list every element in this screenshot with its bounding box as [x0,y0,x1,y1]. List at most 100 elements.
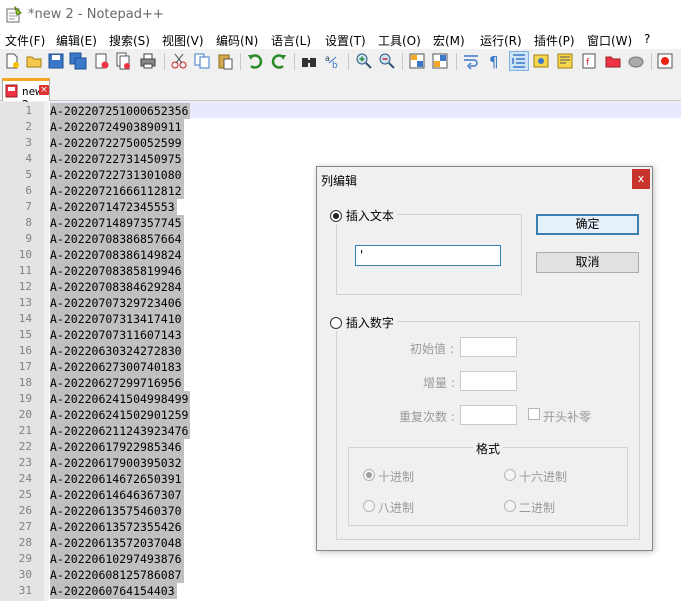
menu-file[interactable]: 文件(F) [5,32,45,49]
menu-search[interactable]: 搜索(S) [109,32,150,49]
line-number: 7 [25,200,32,213]
redo-icon[interactable] [270,52,288,70]
hex-radio[interactable] [504,469,516,481]
editor-line[interactable]: A-20220707311607143 [50,327,184,343]
editor-line[interactable]: A-2022060764154403 [50,583,177,599]
increment-input[interactable] [460,371,517,391]
udl-icon[interactable] [532,52,550,70]
editor-line[interactable]: A-20220708384629284 [50,279,184,295]
menu-encoding[interactable]: 编码(N) [216,32,258,49]
editor-line[interactable]: A-20220630324272830 [50,343,184,359]
insert-number-radio[interactable] [330,317,342,329]
open-file-icon[interactable] [25,52,43,70]
word-wrap-icon[interactable] [462,52,480,70]
new-file-icon[interactable] [3,52,21,70]
editor-line[interactable]: A-20220714897357745 [50,215,184,231]
editor-line[interactable]: A-20220707329723406 [50,295,184,311]
cancel-button[interactable]: 取消 [536,252,639,273]
menu-language[interactable]: 语言(L) [271,32,311,49]
menu-macro[interactable]: 宏(M) [433,32,465,49]
binary-radio[interactable] [504,500,516,512]
decimal-radio[interactable] [363,469,375,481]
zoom-out-icon[interactable] [378,52,396,70]
line-number: 27 [18,520,32,533]
insert-text-input[interactable]: ' [355,245,501,266]
tab-close-icon[interactable]: × [39,85,49,95]
editor-line[interactable]: A-20220627299716956 [50,375,184,391]
line-number: 31 [18,584,32,597]
doc-map-icon[interactable] [556,52,574,70]
editor-line[interactable]: A-20220722731301080 [50,167,184,183]
line-number: 12 [18,280,32,293]
editor-line[interactable]: A-20220722731450975 [50,151,184,167]
cut-icon[interactable] [170,52,188,70]
menu-plugins[interactable]: 插件(P) [534,32,575,49]
editor-line[interactable]: A-20220610297493876 [50,551,184,567]
insert-text-radio[interactable] [330,210,342,222]
close-icon[interactable] [92,52,110,70]
macro-record-icon[interactable] [656,52,674,70]
line-number: 28 [18,536,32,549]
octal-radio[interactable] [363,500,375,512]
menu-window[interactable]: 窗口(W) [587,32,632,49]
editor-line[interactable]: A-2022071472345553 [50,199,177,215]
dialog-title: 列编辑 [321,174,358,188]
editor-line[interactable]: A-20220613572037048 [50,535,184,551]
editor-line[interactable]: A-202206241502901259 [50,407,191,423]
editor-line[interactable]: A-20220617900395032 [50,455,184,471]
line-number: 23 [18,456,32,469]
menu-bar: 文件(F) 编辑(E) 搜索(S) 视图(V) 编码(N) 语言(L) 设置(T… [0,30,681,49]
title-bar: *new 2 - Notepad++ [0,0,681,30]
editor-line[interactable]: A-20220707313417410 [50,311,184,327]
menu-tools[interactable]: 工具(O) [378,32,421,49]
replace-icon[interactable]: ab [324,52,342,70]
editor-line[interactable]: A-20220708386149824 [50,247,184,263]
monitor-icon[interactable] [627,52,645,70]
editor-line[interactable]: A-202207251000652356 [50,103,191,119]
save-icon[interactable] [47,52,65,70]
editor-line[interactable]: A-20220724903890911 [50,119,184,135]
line-number: 2 [25,120,32,133]
show-all-chars-icon[interactable]: ¶ [486,52,504,70]
editor-line[interactable]: A-20220721666112812 [50,183,184,199]
line-number: 25 [18,488,32,501]
repeat-input[interactable] [460,405,517,425]
editor-line[interactable]: A-20220613572355426 [50,519,184,535]
zoom-in-icon[interactable] [355,52,373,70]
editor-line[interactable]: A-20220614646367307 [50,487,184,503]
save-all-icon[interactable] [69,52,87,70]
menu-run[interactable]: 运行(R) [480,32,522,49]
editor-line[interactable]: A-20220608125786087 [50,567,184,583]
editor-line[interactable]: A-20220722750052599 [50,135,184,151]
editor-line[interactable]: A-20220708385819946 [50,263,184,279]
menu-edit[interactable]: 编辑(E) [56,32,97,49]
line-number: 11 [18,264,32,277]
editor-line[interactable]: A-20220613575460370 [50,503,184,519]
folder-workspace-icon[interactable] [604,52,622,70]
ok-button[interactable]: 确定 [536,214,639,235]
initial-value-input[interactable] [460,337,517,357]
sync-vertical-icon[interactable] [408,52,426,70]
leading-zero-checkbox[interactable] [528,408,540,420]
menu-view[interactable]: 视图(V) [162,32,204,49]
editor-line[interactable]: A-202206241504998499 [50,391,191,407]
menu-help[interactable]: ? [644,32,650,46]
editor-line[interactable]: A-20220617922985346 [50,439,184,455]
menu-settings[interactable]: 设置(T) [325,32,366,49]
function-list-icon[interactable]: f [580,52,598,70]
editor-line[interactable]: A-20220708386857664 [50,231,184,247]
find-icon[interactable] [300,52,318,70]
editor-line[interactable]: A-202206211243923476 [50,423,191,439]
close-all-icon[interactable] [114,52,132,70]
svg-text:¶: ¶ [489,53,499,70]
paste-icon[interactable] [216,52,234,70]
editor-line[interactable]: A-20220614672650391 [50,471,184,487]
undo-icon[interactable] [246,52,264,70]
indent-guide-icon[interactable] [509,51,529,71]
tab-new-2[interactable]: new 2 × [2,78,50,111]
dialog-close-button[interactable]: x [632,169,650,189]
editor-line[interactable]: A-20220627300740183 [50,359,184,375]
sync-horizontal-icon[interactable] [431,52,449,70]
copy-icon[interactable] [193,52,211,70]
print-icon[interactable] [139,52,157,70]
